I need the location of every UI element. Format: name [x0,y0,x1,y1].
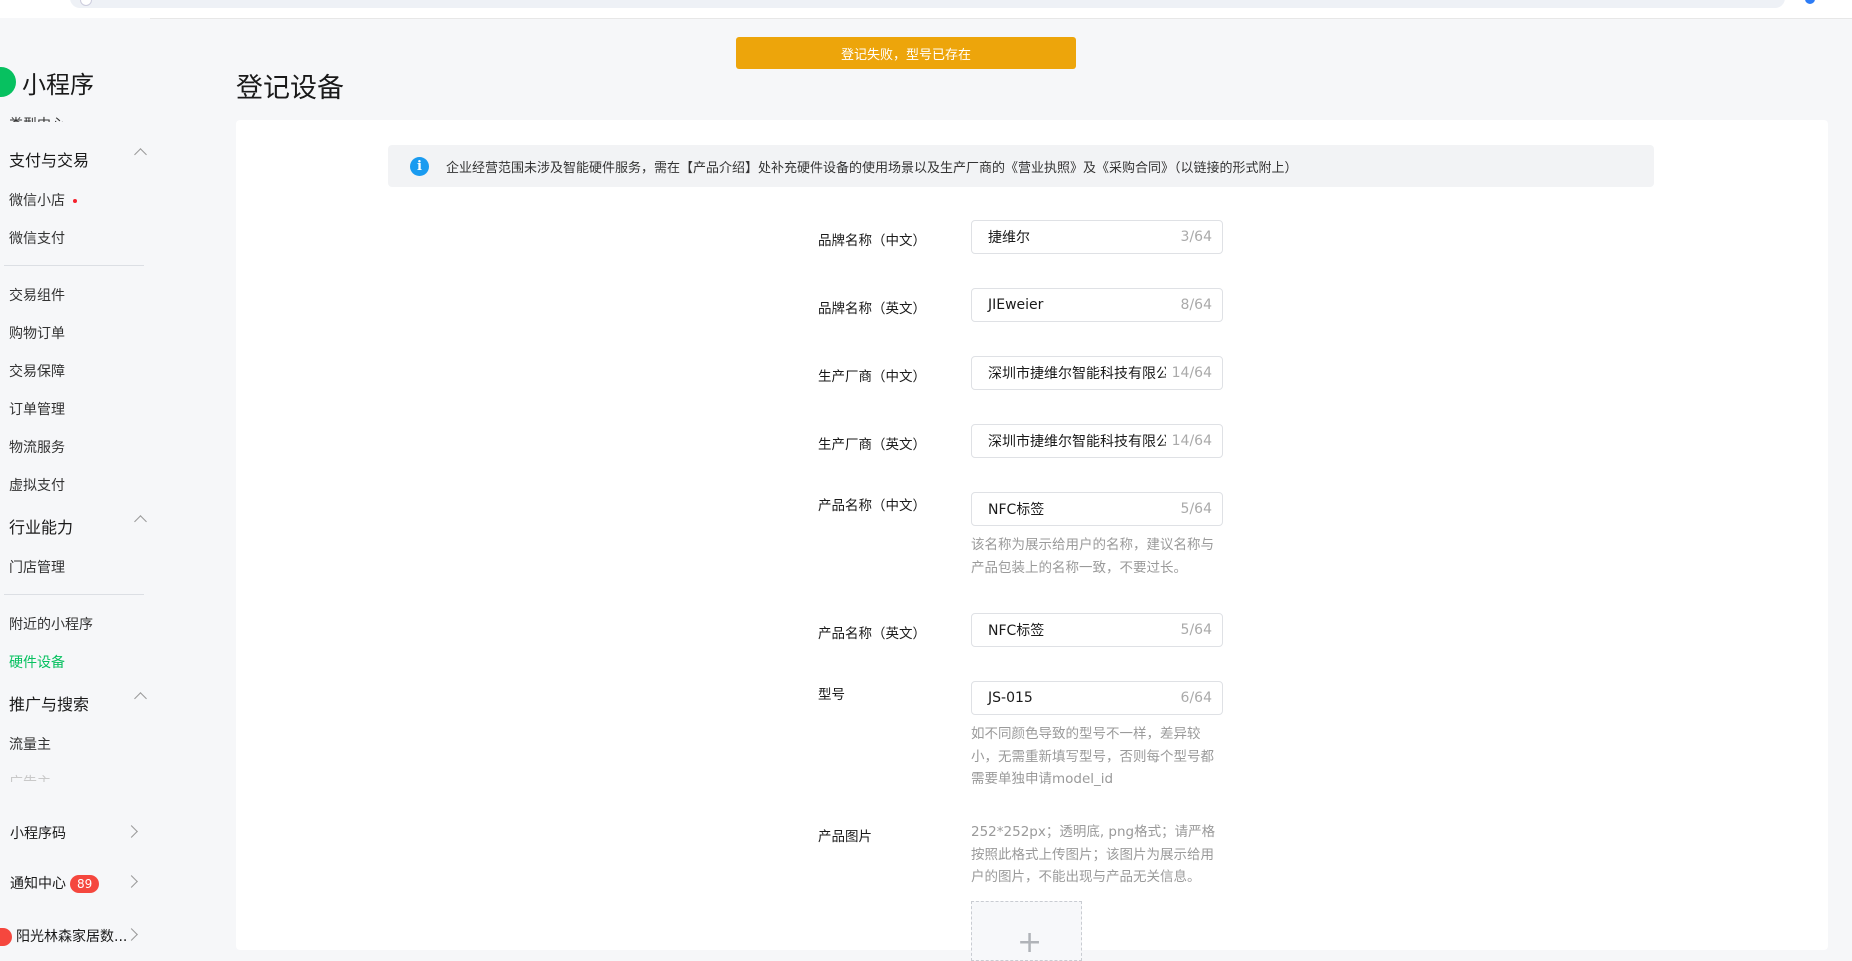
image-hint: 252*252px；透明底, png格式；请严格按照此格式上传图片；该图片为展示… [971,824,1216,885]
brand-en-input[interactable]: JIEweier 8/64 [971,288,1223,322]
product-cn-label: 产品名称（中文） [818,498,926,514]
sidebar-item-label: 微信小店 [9,193,65,209]
sidebar-divider [4,594,144,595]
chevron-right-icon [125,875,138,888]
notice-count-badge: 89 [70,875,100,893]
maker-cn-input[interactable]: 深圳市捷维尔智能科技有限公司 14/64 [971,356,1223,390]
sidebar-item-trade-component[interactable]: 交易组件 [9,285,65,305]
sidebar-item-hardware[interactable]: 硬件设备 [9,652,65,672]
input-value: NFC标签 [988,502,1045,518]
sidebar-section-industry[interactable]: 行业能力 [9,514,149,538]
sidebar-item-wechat-shop[interactable]: 微信小店 [9,190,77,210]
input-value: JS-015 [988,690,1033,706]
sidebar-section-label: 行业能力 [9,518,74,537]
profile-icon[interactable] [1805,0,1815,4]
nav-account-label: 阳光林森家居数... [16,929,128,945]
sidebar-item-store[interactable]: 门店管理 [9,557,65,577]
error-toast: 登记失败，型号已存在 [736,37,1076,69]
chevron-up-icon [134,148,147,161]
chevron-up-icon [134,692,147,705]
sidebar-item-order-manage[interactable]: 订单管理 [9,399,65,419]
model-input[interactable]: JS-015 6/64 [971,681,1223,715]
sidebar-item-logistics[interactable]: 物流服务 [9,437,65,457]
nav-qrcode-label: 小程序码 [10,826,66,842]
sidebar-item-wechat-pay[interactable]: 微信支付 [9,228,65,248]
info-notice: i 企业经营范围未涉及智能硬件服务，需在【产品介绍】处补充硬件设备的使用场景以及… [388,145,1654,187]
nav-notice-center[interactable]: 通知中心 89 [10,873,142,893]
sidebar-item-cut[interactable]: 类型中心 [9,114,65,122]
sidebar-item-traffic[interactable]: 流量主 [9,734,51,754]
plus-icon: + [1017,925,1043,960]
sidebar-section-pay[interactable]: 支付与交易 [9,147,149,171]
app-brand: 小程序 [0,62,94,102]
product-en-label: 产品名称（英文） [818,626,926,642]
form-card: i 企业经营范围未涉及智能硬件服务，需在【产品介绍】处补充硬件设备的使用场景以及… [236,120,1828,961]
char-count: 14/64 [1171,433,1212,449]
image-label: 产品图片 [818,829,872,845]
address-bar[interactable] [70,0,1785,8]
maker-cn-label: 生产厂商（中文） [818,369,926,385]
account-avatar-icon [0,928,12,946]
red-dot-icon [73,199,77,203]
sidebar-item-virtual-pay[interactable]: 虚拟支付 [9,475,65,495]
char-count: 14/64 [1171,365,1212,381]
brand-cn-input[interactable]: 捷维尔 3/64 [971,220,1223,254]
input-value: 捷维尔 [988,230,1030,246]
image-upload-button[interactable]: + [971,901,1082,961]
chevron-up-icon [134,515,147,528]
miniprogram-logo-icon [0,67,16,97]
sidebar-item-orders[interactable]: 购物订单 [9,323,65,343]
brand-cn-label: 品牌名称（中文） [818,233,926,249]
sidebar-item-advertiser[interactable]: 广告主 [9,772,51,782]
app-name: 小程序 [22,70,94,99]
page-title: 登记设备 [236,73,344,104]
sidebar-section-label: 推广与搜索 [9,695,90,714]
char-count: 5/64 [1180,501,1212,517]
notice-text: 企业经营范围未涉及智能硬件服务，需在【产品介绍】处补充硬件设备的使用场景以及生产… [446,160,1298,176]
model-label: 型号 [818,687,845,703]
char-count: 3/64 [1180,229,1212,245]
chevron-right-icon [125,825,138,838]
char-count: 5/64 [1180,622,1212,638]
maker-en-input[interactable]: 深圳市捷维尔智能科技有限公司 14/64 [971,424,1223,458]
model-hint: 如不同颜色导致的型号不一样，差异较小，无需重新填写型号，否则每个型号都需要单独申… [971,726,1214,787]
char-count: 8/64 [1180,297,1212,313]
input-value: JIEweier [988,297,1044,313]
sidebar-section-promo[interactable]: 推广与搜索 [9,691,149,715]
maker-en-label: 生产厂商（英文） [818,437,926,453]
char-count: 6/64 [1180,690,1212,706]
nav-notice-label: 通知中心 [10,876,66,892]
browser-top-strip [0,0,1852,19]
product-cn-hint: 该名称为展示给用户的名称，建议名称与产品包装上的名称一致，不要过长。 [971,537,1214,576]
nav-account[interactable]: 阳光林森家居数... [0,926,142,946]
sidebar-item-nearby[interactable]: 附近的小程序 [9,614,93,634]
nav-qrcode[interactable]: 小程序码 [10,823,142,843]
sidebar-divider [4,265,144,266]
input-value: NFC标签 [988,623,1045,639]
sidebar-section-label: 支付与交易 [9,151,90,170]
product-en-input[interactable]: NFC标签 5/64 [971,613,1223,647]
info-icon: i [410,156,429,176]
input-value: 深圳市捷维尔智能科技有限公司 [988,366,1166,382]
sidebar-item-trade-guarantee[interactable]: 交易保障 [9,361,65,381]
product-cn-input[interactable]: NFC标签 5/64 [971,492,1223,526]
brand-en-label: 品牌名称（英文） [818,301,926,317]
input-value: 深圳市捷维尔智能科技有限公司 [988,434,1166,450]
